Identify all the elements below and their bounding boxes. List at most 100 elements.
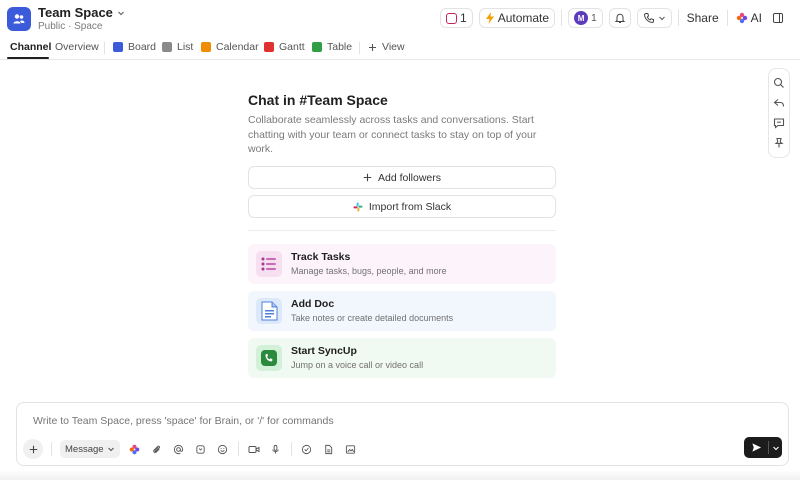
card-title: Start SyncUp — [291, 345, 357, 357]
tab-label: Channel — [10, 41, 52, 53]
space-title[interactable]: Team Space — [38, 5, 125, 20]
space-avatar[interactable] — [7, 7, 31, 31]
automate-button[interactable]: Automate — [478, 8, 556, 28]
checklist-icon — [256, 251, 282, 277]
replies-button[interactable] — [772, 96, 786, 110]
message-type-label: Message — [65, 443, 104, 455]
brain-button[interactable]: 1 — [440, 8, 473, 28]
window-bottom-edge — [0, 470, 800, 480]
gantt-icon — [264, 42, 274, 52]
track-tasks-card[interactable]: Track Tasks Manage tasks, bugs, people, … — [248, 244, 556, 284]
tab-label: Gantt — [279, 41, 305, 53]
board-icon — [113, 42, 123, 52]
ai-button[interactable]: AI — [734, 8, 764, 28]
search-icon — [773, 77, 784, 88]
screenshot-button[interactable] — [344, 442, 358, 456]
tab-board[interactable]: Board — [113, 40, 156, 54]
message-input[interactable] — [33, 415, 633, 427]
plus-icon — [29, 445, 37, 453]
divider — [248, 230, 556, 231]
task-button[interactable] — [300, 442, 314, 456]
ai-button[interactable] — [128, 442, 142, 456]
chevron-down-icon — [117, 11, 124, 15]
message-type-select[interactable]: Message — [60, 440, 120, 458]
header-actions: 1 Automate M 1 Share AI — [440, 8, 786, 28]
panel-icon — [773, 13, 783, 23]
doc-button[interactable] — [322, 442, 336, 456]
members-button[interactable]: M 1 — [568, 8, 603, 28]
tab-calendar[interactable]: Calendar — [201, 40, 259, 54]
import-slack-label: Import from Slack — [368, 200, 452, 213]
tab-label: Table — [327, 41, 353, 53]
brain-icon — [446, 12, 457, 24]
tab-gantt[interactable]: Gantt — [264, 40, 305, 54]
add-view-button[interactable]: View — [368, 40, 405, 54]
divider — [290, 442, 292, 456]
clip-icon — [196, 444, 205, 454]
page-title: Chat in #Team Space — [248, 92, 388, 108]
clip-button[interactable] — [194, 442, 208, 456]
doc-icon — [256, 298, 282, 324]
mention-button[interactable] — [172, 442, 186, 456]
comment-icon — [773, 118, 785, 129]
ai-label: AI — [750, 11, 762, 25]
search-button[interactable] — [772, 76, 786, 90]
card-description: Take notes or create detailed documents — [291, 313, 454, 323]
comments-button[interactable] — [772, 116, 786, 130]
import-slack-button[interactable]: Import from Slack — [248, 195, 556, 218]
start-syncup-card[interactable]: Start SyncUp Jump on a voice call or vid… — [248, 338, 556, 378]
composer-toolbar: Message — [23, 439, 358, 459]
tab-label: View — [382, 41, 405, 53]
at-sign-icon — [173, 444, 184, 454]
tab-channel[interactable]: Channel — [10, 40, 51, 54]
card-title: Track Tasks — [291, 251, 351, 263]
share-label: Share — [686, 11, 719, 25]
notifications-button[interactable] — [608, 8, 631, 28]
pin-icon — [774, 137, 784, 148]
view-tabs: Channel Overview Board List Calendar Gan… — [0, 36, 800, 60]
bell-icon — [614, 13, 625, 23]
add-followers-button[interactable]: Add followers — [248, 166, 556, 189]
add-doc-card[interactable]: Add Doc Take notes or create detailed do… — [248, 291, 556, 331]
tab-list[interactable]: List — [162, 40, 193, 54]
ai-sparkle-icon — [129, 444, 140, 454]
ai-assist-button[interactable] — [772, 136, 786, 150]
tab-label: Board — [128, 41, 157, 53]
phone-icon — [256, 345, 282, 371]
card-title: Add Doc — [291, 298, 335, 310]
space-meta: Public · Space — [38, 21, 103, 32]
divider — [677, 10, 679, 26]
document-icon — [325, 444, 333, 454]
tab-overview[interactable]: Overview — [55, 40, 99, 54]
add-attachment-button[interactable] — [23, 439, 43, 459]
send-options-chevron-icon[interactable] — [769, 437, 782, 458]
tab-label: Calendar — [216, 41, 259, 53]
send-button[interactable] — [744, 437, 782, 458]
slack-icon — [353, 202, 363, 211]
divider — [51, 442, 52, 456]
paperclip-icon — [153, 445, 161, 453]
table-icon — [312, 42, 322, 52]
video-button[interactable] — [247, 442, 261, 456]
space-name: Team Space — [38, 5, 113, 20]
share-button[interactable]: Share — [685, 8, 721, 28]
active-tab-indicator — [7, 57, 49, 59]
call-button[interactable] — [636, 8, 672, 28]
plus-icon — [363, 173, 372, 182]
send-icon — [744, 437, 768, 458]
sidebar-toggle-button[interactable] — [770, 8, 786, 28]
divider — [726, 10, 728, 26]
card-description: Manage tasks, bugs, people, and more — [291, 266, 447, 276]
emoji-button[interactable] — [216, 442, 230, 456]
calendar-icon — [201, 42, 211, 52]
members-count: 1 — [591, 12, 597, 24]
attach-button[interactable] — [150, 442, 164, 456]
lightning-icon — [485, 12, 494, 24]
divider — [359, 42, 360, 54]
voice-button[interactable] — [269, 442, 283, 456]
tab-table[interactable]: Table — [312, 40, 352, 54]
image-icon — [345, 444, 356, 454]
avatar: M — [574, 11, 589, 25]
people-icon — [13, 14, 25, 24]
microphone-icon — [272, 444, 279, 454]
